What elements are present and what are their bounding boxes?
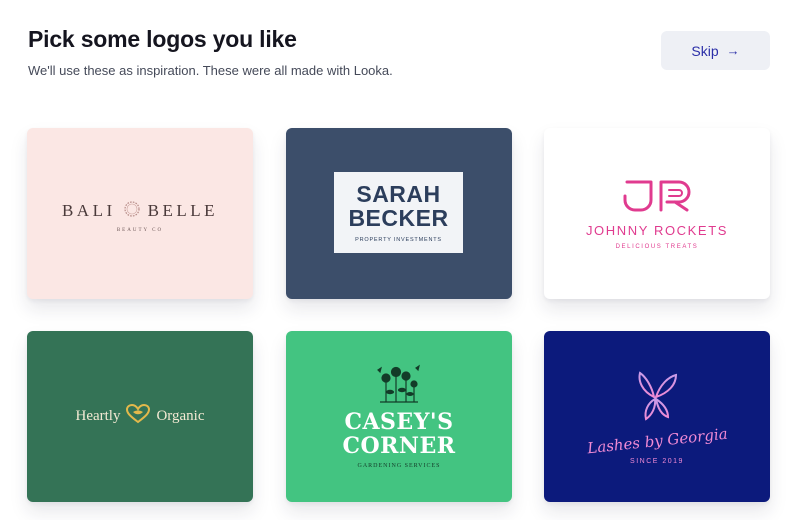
logo-name-right: BELLE [147, 201, 219, 220]
logo-card-johnny-rockets[interactable]: JOHNNY ROCKETS DELICIOUS TREATS [544, 128, 770, 299]
logo-tagline: BEAUTY CO [116, 227, 164, 233]
flowers-icon [376, 364, 422, 409]
logo-box: SARAH BECKER PROPERTY INVESTMENTS [334, 172, 463, 253]
logo-name: JOHNNY ROCKETS [585, 222, 729, 238]
page-subtitle: We'll use these as inspiration. These we… [28, 63, 393, 78]
logo-name-line2: BECKER [348, 205, 449, 231]
logo-name-left: BALI [61, 201, 116, 220]
skip-button[interactable]: Skip → [661, 31, 770, 70]
logo-card-sarah-becker[interactable]: SARAH BECKER PROPERTY INVESTMENTS [286, 128, 512, 299]
logo-name-line1: CASEY'S [344, 409, 454, 435]
butterfly-icon [634, 369, 680, 430]
logo-tagline: DELICIOUS TREATS [615, 243, 699, 250]
wreath-icon [122, 199, 142, 224]
logo-tagline: GARDENING SERVICES [357, 463, 441, 469]
logo-tagline: SINCE 2019 [630, 457, 684, 465]
logo-card-heartly-organic[interactable]: Heartly Organic [27, 331, 253, 502]
logo-tagline: PROPERTY INVESTMENTS [355, 237, 442, 243]
logo-card-caseys-corner[interactable]: CASEY'S CORNER GARDENING SERVICES [286, 331, 512, 502]
jr-monogram-icon [621, 178, 693, 217]
skip-button-label: Skip [691, 42, 719, 59]
logo-name-line1: SARAH [356, 181, 441, 207]
logo-name-left: Heartly [75, 408, 121, 424]
logo-name-right: Organic [156, 408, 205, 424]
page-title: Pick some logos you like [28, 26, 297, 52]
logo-name-line2: CORNER [342, 433, 456, 459]
arrow-right-icon: → [726, 43, 740, 58]
logo-card-lashes-by-georgia[interactable]: Lashes by Georgia SINCE 2019 [544, 331, 770, 502]
heart-leaf-icon [126, 403, 151, 429]
logo-card-bali-belle[interactable]: BALI BELLE BEAUTY CO [27, 128, 253, 299]
